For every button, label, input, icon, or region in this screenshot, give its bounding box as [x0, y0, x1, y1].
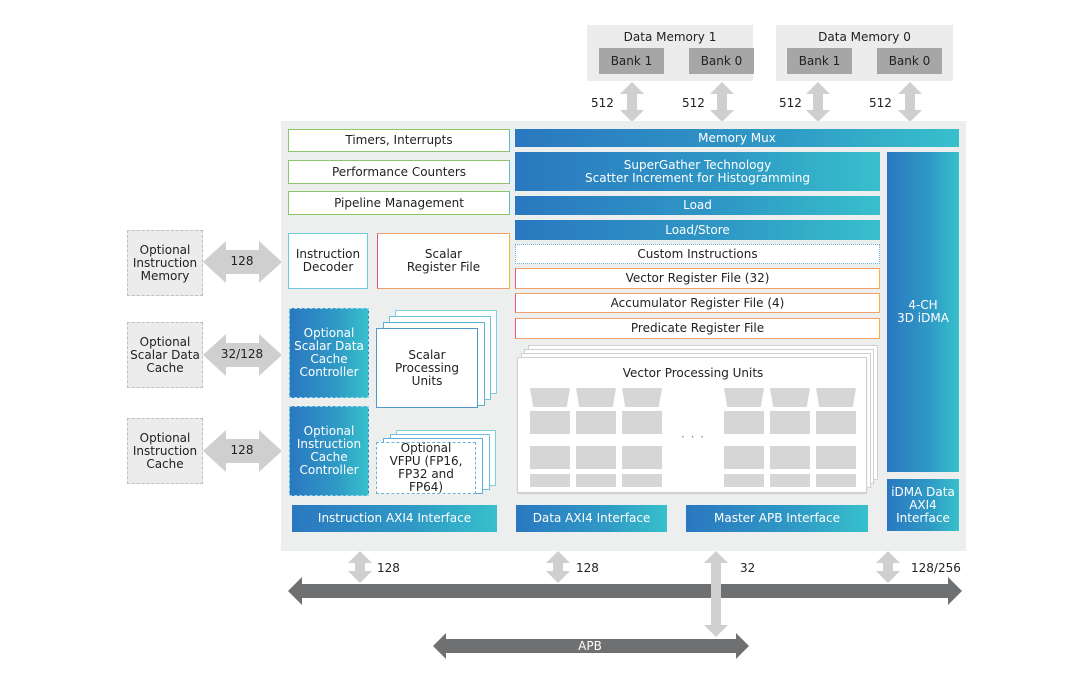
apb-bus-label: APB	[578, 639, 602, 653]
bus-width-label: 128	[576, 561, 599, 575]
bus-layer	[288, 551, 962, 659]
axi-bus-arrow	[288, 577, 962, 605]
bus-width-label: 32	[740, 561, 756, 575]
bus-width-label: 128	[377, 561, 400, 575]
bus-width-label: 128/256	[911, 561, 961, 575]
